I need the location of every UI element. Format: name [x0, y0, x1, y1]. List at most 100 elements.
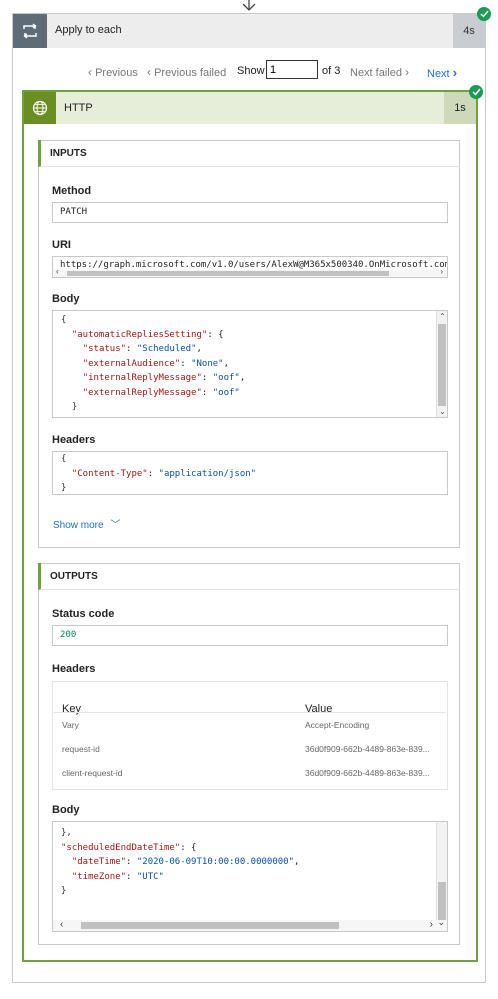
header-divider [54, 712, 446, 713]
output-headers-table: Key Value Vary Accept-Encoding request-i… [52, 681, 448, 790]
output-body-label: Body [52, 804, 80, 816]
status-code-value: 200 [60, 630, 77, 640]
chevron-left-icon: ‹ [88, 65, 92, 79]
code-punct: , [223, 358, 230, 369]
header-row-value: Accept-Encoding [305, 720, 370, 730]
input-headers-code: { "Content-Type": "application/json"} [61, 452, 257, 494]
scroll-down-icon[interactable]: ⌄ [437, 917, 445, 928]
next-label: Next [427, 68, 450, 80]
code-brace: }, [61, 828, 72, 838]
code-brace: } [61, 483, 67, 493]
scroll-down-icon[interactable]: ⌄ [438, 407, 447, 416]
scroll-right-icon[interactable]: › [440, 267, 443, 276]
code-key: "automaticRepliesSetting" [71, 329, 208, 340]
code-line: } [61, 884, 299, 899]
code-line: "Content-Type": "application/json" [71, 468, 257, 479]
header-row-value: 36d0f909-662b-4489-863e-839... [305, 744, 430, 754]
code-brace: } [71, 402, 78, 412]
uri-horizontal-scrollbar[interactable]: ‹ › [53, 267, 447, 277]
body-vertical-scrollbar[interactable]: ⌃ ⌄ [436, 311, 447, 417]
show-label: Show [237, 65, 265, 77]
code-line: "dateTime": "2020-06-09T10:00:00.0000000… [71, 857, 300, 867]
code-punct: : { [180, 842, 197, 853]
code-line: } [61, 481, 256, 494]
input-headers-field[interactable]: { "Content-Type": "application/json"} [52, 451, 448, 495]
chevron-right-icon: › [452, 65, 458, 80]
body-label: Body [52, 293, 80, 305]
code-key: "dateTime" [71, 857, 127, 867]
status-code-label: Status code [52, 608, 115, 620]
header-row-value: 36d0f909-662b-4489-863e-839... [305, 768, 430, 778]
show-more-link[interactable]: Show more ﹀ [53, 516, 120, 531]
output-body-code: }, "scheduledEndDateTime": { "dateTime": … [61, 826, 299, 899]
code-line: "externalReplyMessage": "oof" [82, 387, 240, 398]
uri-scroll-thumb[interactable] [67, 271, 389, 276]
code-value: "oof" [212, 373, 240, 383]
status-code-field[interactable]: 200 [52, 625, 448, 646]
code-line: } [61, 400, 245, 415]
code-value: "None" [191, 358, 224, 369]
code-key: "timeZone" [71, 871, 127, 882]
code-key: "externalAudience" [82, 358, 181, 369]
header-key-column: Key [62, 703, 81, 715]
arrow-down-icon [242, 0, 256, 11]
code-key: "externalReplyMessage" [82, 387, 202, 398]
input-body-field[interactable]: { "automaticRepliesSetting": { "status":… [52, 310, 448, 418]
http-action-title: HTTP [64, 102, 93, 114]
page-number-input[interactable] [266, 60, 318, 79]
method-value: PATCH [60, 207, 88, 217]
code-key: "internalReplyMessage" [82, 373, 202, 383]
code-line: "scheduledEndDateTime": { [61, 841, 299, 856]
apply-to-each-title: Apply to each [55, 24, 122, 36]
method-field[interactable]: PATCH [52, 202, 448, 223]
scroll-left-icon[interactable]: ‹ [60, 919, 63, 930]
output-body-field[interactable]: }, "scheduledEndDateTime": { "dateTime": … [52, 821, 448, 932]
uri-value: https://graph.microsoft.com/v1.0/users/A… [60, 260, 448, 270]
header-row-key: client-request-id [62, 768, 123, 778]
next-failed-button[interactable]: Next failed › [350, 65, 409, 79]
code-brace: { [61, 454, 67, 464]
globe-icon [24, 92, 56, 124]
page-count-label: of 3 [322, 65, 341, 77]
code-brace: { [61, 315, 67, 325]
code-line: }, [61, 826, 299, 841]
code-punct: , [196, 344, 202, 354]
code-punct: , [239, 373, 246, 383]
code-value: "oof" [212, 387, 240, 398]
next-button[interactable]: Next › [427, 65, 457, 80]
previous-button[interactable]: ‹ Previous [88, 65, 138, 79]
outputs-heading: OUTPUTS [38, 563, 460, 590]
header-value-column: Value [305, 703, 333, 715]
method-label: Method [52, 185, 92, 197]
code-value: "application/json" [158, 468, 257, 479]
code-line: { [61, 452, 256, 467]
code-punct: , [294, 857, 300, 867]
output-body-scroll-thumb[interactable] [438, 882, 446, 920]
output-body-horizontal-scrollbar[interactable]: ‹ › ⌄ [53, 917, 447, 931]
code-value: "2020-06-09T10:00:00.0000000" [136, 857, 295, 867]
body-scroll-thumb[interactable] [438, 324, 446, 406]
code-line: "automaticRepliesSetting": { [61, 328, 245, 343]
output-body-vertical-scrollbar[interactable] [436, 822, 447, 920]
code-line: "timeZone": "UTC" [71, 871, 164, 882]
previous-label: Previous [95, 67, 138, 79]
code-line: } [61, 415, 245, 418]
scroll-up-icon[interactable]: ⌃ [438, 312, 447, 321]
code-value: "UTC" [136, 871, 164, 882]
scroll-left-icon[interactable]: ‹ [56, 267, 59, 276]
header-row-key: request-id [62, 744, 100, 754]
code-key: "scheduledEndDateTime" [61, 842, 181, 853]
header-row-key: Vary [62, 720, 79, 730]
loop-icon [13, 14, 47, 48]
previous-failed-button[interactable]: ‹ Previous failed [147, 65, 226, 79]
code-key: "status" [82, 344, 127, 354]
chevron-left-icon: ‹ [147, 65, 151, 79]
scroll-right-icon[interactable]: › [430, 919, 433, 930]
uri-field[interactable]: https://graph.microsoft.com/v1.0/users/A… [52, 256, 448, 278]
code-line: "status": "Scheduled", [82, 344, 202, 354]
code-line: "externalAudience": "None", [82, 358, 230, 369]
next-failed-label: Next failed [350, 67, 402, 79]
check-icon [469, 85, 483, 99]
output-body-h-scroll-thumb[interactable] [81, 922, 339, 929]
previous-failed-label: Previous failed [154, 67, 227, 79]
